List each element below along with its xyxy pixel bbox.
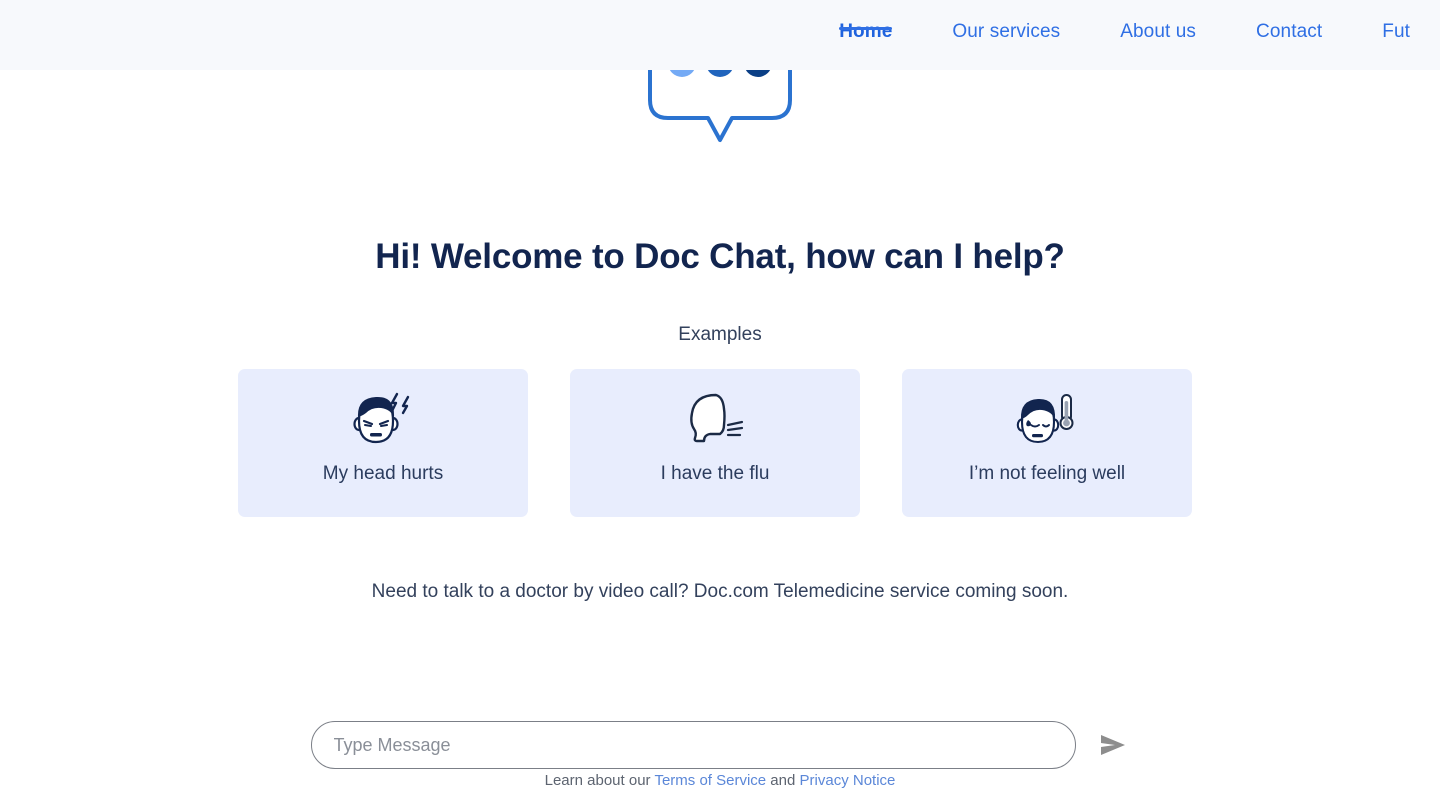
telemedicine-note: Need to talk to a doctor by video call? …: [371, 581, 1069, 602]
example-card-label: I have the flu: [660, 463, 770, 484]
send-button[interactable]: [1096, 728, 1130, 762]
active-tab-underline: [839, 27, 893, 30]
privacy-notice-link[interactable]: Privacy Notice: [800, 772, 896, 789]
nav-item-label: Our services: [952, 21, 1061, 42]
nav-item-label: Fut: [1382, 21, 1410, 42]
nav-item-about-us[interactable]: About us: [1090, 0, 1226, 46]
footer-conjunction: and: [766, 772, 800, 789]
nav-item-label: Contact: [1256, 21, 1323, 42]
chat-bubble-logo: [648, 70, 792, 142]
example-card-im-not-feeling-well[interactable]: I’m not feeling well: [902, 369, 1192, 517]
nav-item-label: About us: [1120, 21, 1197, 42]
page-title: Hi! Welcome to Doc Chat, how can I help?: [375, 237, 1065, 276]
nav-item-label: Home: [839, 21, 893, 42]
send-arrow-icon: [1100, 735, 1125, 755]
terms-of-service-link[interactable]: Terms of Service: [654, 772, 766, 789]
examples-label: Examples: [678, 324, 762, 345]
nav-item-contact[interactable]: Contact: [1226, 0, 1352, 46]
message-input[interactable]: [310, 721, 1076, 769]
example-card-my-head-hurts[interactable]: My head hurts: [238, 369, 528, 517]
example-card-label: My head hurts: [322, 463, 444, 484]
example-card-label: I’m not feeling well: [968, 463, 1126, 484]
fever-face-thermometer-icon: [1012, 387, 1082, 449]
coughing-head-icon: [680, 387, 750, 449]
site-header: Home Our services About us Contact Fut: [0, 0, 1440, 70]
message-composer: [0, 721, 1440, 769]
nav-item-our-services[interactable]: Our services: [922, 0, 1090, 46]
logo-container: [0, 70, 1440, 220]
nav-item-home[interactable]: Home: [809, 0, 922, 46]
main-navigation: Home Our services About us Contact Fut: [809, 0, 1440, 70]
footer-prefix: Learn about our: [544, 772, 655, 789]
examples-card-list: My head hurts I have the flu I’m not fee…: [238, 369, 1198, 517]
headache-face-icon: [348, 387, 418, 449]
nav-item-future[interactable]: Fut: [1352, 0, 1440, 46]
example-card-i-have-the-flu[interactable]: I have the flu: [570, 369, 860, 517]
legal-footer: Learn about our Terms of Service and Pri…: [0, 772, 1440, 789]
main-content: Hi! Welcome to Doc Chat, how can I help?…: [0, 70, 1440, 800]
